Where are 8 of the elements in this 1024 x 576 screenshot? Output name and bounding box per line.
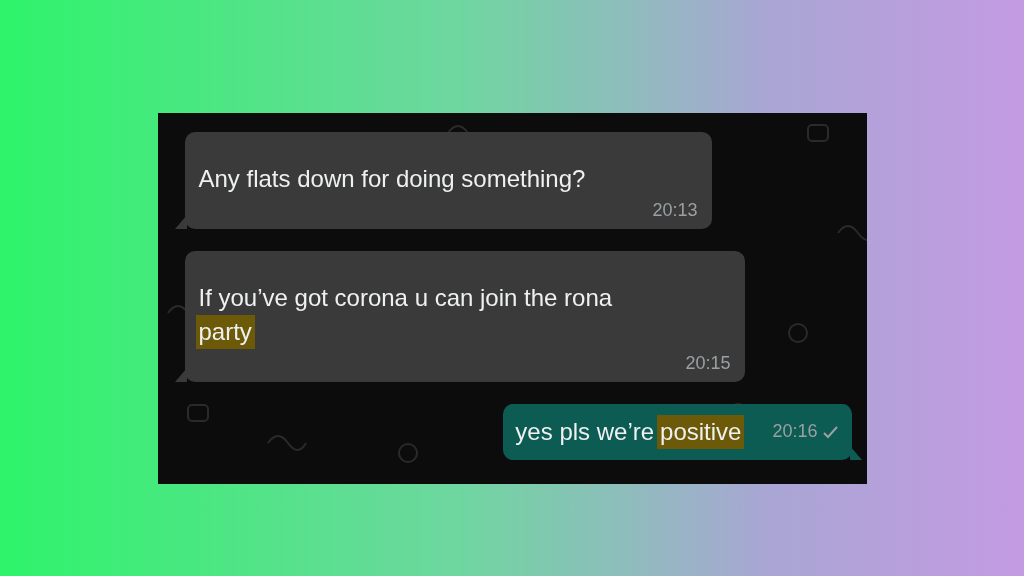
message-text: If you’ve got corona u can join the rona (198, 282, 613, 313)
highlighted-word: party (195, 314, 255, 349)
message-time: 20:13 (652, 199, 698, 221)
message-text: yes pls we’re (515, 416, 655, 447)
message-time: 20:16 (772, 421, 818, 442)
highlighted-word: positive (657, 414, 745, 449)
message-time: 20:15 (685, 352, 731, 374)
message-text: Any flats down for doing something? (198, 163, 586, 194)
